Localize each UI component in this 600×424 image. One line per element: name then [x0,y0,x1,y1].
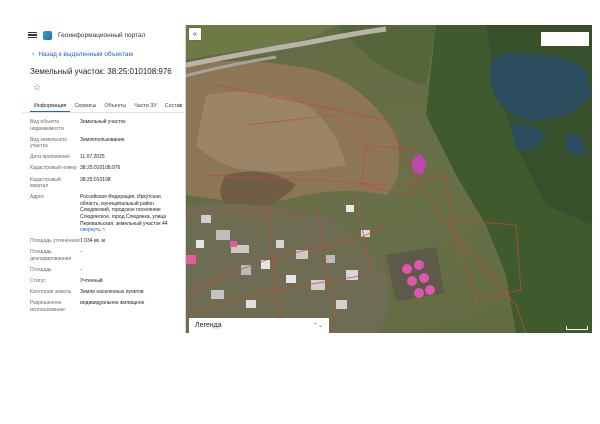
tab-info[interactable]: Информация [30,101,71,112]
property-key: Кадастровый квартал [30,176,61,190]
info-sidebar: Геоинформационный портал ‹ Назад к выдел… [22,25,186,333]
property-value: 11.07.2025 [80,154,105,161]
chevron-left-icon: ‹ [32,51,35,58]
property-value: индивидуальное жилищное [80,300,145,307]
chevron-right-icon[interactable]: › [179,102,181,109]
tab-parts[interactable]: Части ЗУ [130,101,161,112]
tab-services[interactable]: Сервисы [70,101,100,112]
property-row: Кадастровый квартал 38:25:010108 [30,177,185,190]
star-icon[interactable]: ☆ [33,82,43,93]
portal-logo-icon [43,30,52,40]
property-value: Учтенный [80,278,103,285]
property-key: Площадь уточненная [30,238,80,245]
property-key: Вид объекта недвижимости [30,119,64,132]
property-key: Разрешенное использование [30,300,65,313]
tab-composition[interactable]: Состав [161,101,185,112]
property-list: Вид объекта недвижимости Земельный участ… [22,119,185,314]
property-key: Статус [30,278,46,285]
hamburger-icon[interactable] [28,31,37,39]
tab-bar: Информация Сервисы Объекты Части ЗУ Сост… [22,101,185,113]
property-key: Вид земельного участка [30,136,68,150]
property-key: Дата присвоения [30,154,70,161]
address-value: Российская Федерация, Иркутская область,… [80,194,180,234]
page-title: Земельный участок: 38:25:010108:976 [30,67,172,76]
property-key: Адрес [30,194,45,201]
back-link-label: Назад к выделенным объектам [38,51,133,58]
map-search-box[interactable] [541,32,589,46]
property-row: Площадь - [30,267,185,274]
tab-objects[interactable]: Объекты [100,101,130,112]
property-key: Площадь [30,267,52,274]
property-value: Землепользование [80,136,125,143]
property-value: 38:25:010108:976 [80,165,121,172]
app-window: Геоинформационный портал ‹ Назад к выдел… [22,25,593,333]
double-chevron-left-icon[interactable]: « [189,28,201,40]
property-row: Категория земель Земли населенных пункто… [30,289,185,296]
property-value: Земли населенных пунктов [80,289,144,296]
property-value: 1 034 кв. м [80,238,105,245]
scale-bar [566,326,588,330]
property-value: Российская Федерация, Иркутская область,… [80,194,168,227]
top-bar: Геоинформационный портал [22,25,185,45]
legend-label: Легенда [195,322,222,329]
property-row: Площадь декларированная - [30,249,185,262]
property-row: Вид земельного участка Землепользование [30,137,185,150]
property-key: Площадь декларированная [30,249,72,262]
legend-panel[interactable]: Легенда ⌃⌄ [189,318,329,333]
satellite-map[interactable]: « Легенда ⌃⌄ [186,25,592,333]
property-row: Площадь уточненная 1 034 кв. м [30,238,185,245]
property-value: Земельный участок [80,119,126,125]
property-value: - [80,267,82,274]
property-key: Категория земель [30,289,72,296]
property-row: Адрес Российская Федерация, Иркутская об… [30,194,185,234]
property-value: - [80,249,82,256]
back-to-selected-link[interactable]: ‹ Назад к выделенным объектам [32,51,185,58]
property-row: Вид объекта недвижимости Земельный участ… [30,119,185,132]
collapse-address-link[interactable]: свернуть ˄ [80,227,180,234]
property-row: Кадастровый номер 38:25:010108:976 [30,165,185,172]
property-row: Дата присвоения 11.07.2025 [30,154,185,161]
property-value: 38:25:010108 [80,176,111,183]
chevron-updown-icon[interactable]: ⌃⌄ [313,322,323,329]
chevron-up-icon: ˄ [102,227,106,234]
app-title: Геоинформационный портал [58,31,146,39]
property-key: Кадастровый номер [30,165,77,172]
map-imagery[interactable] [186,25,592,333]
property-row: Разрешенное использование индивидуальное… [30,300,185,313]
collapse-label: свернуть [80,227,101,234]
property-row: Статус Учтенный [30,278,185,285]
